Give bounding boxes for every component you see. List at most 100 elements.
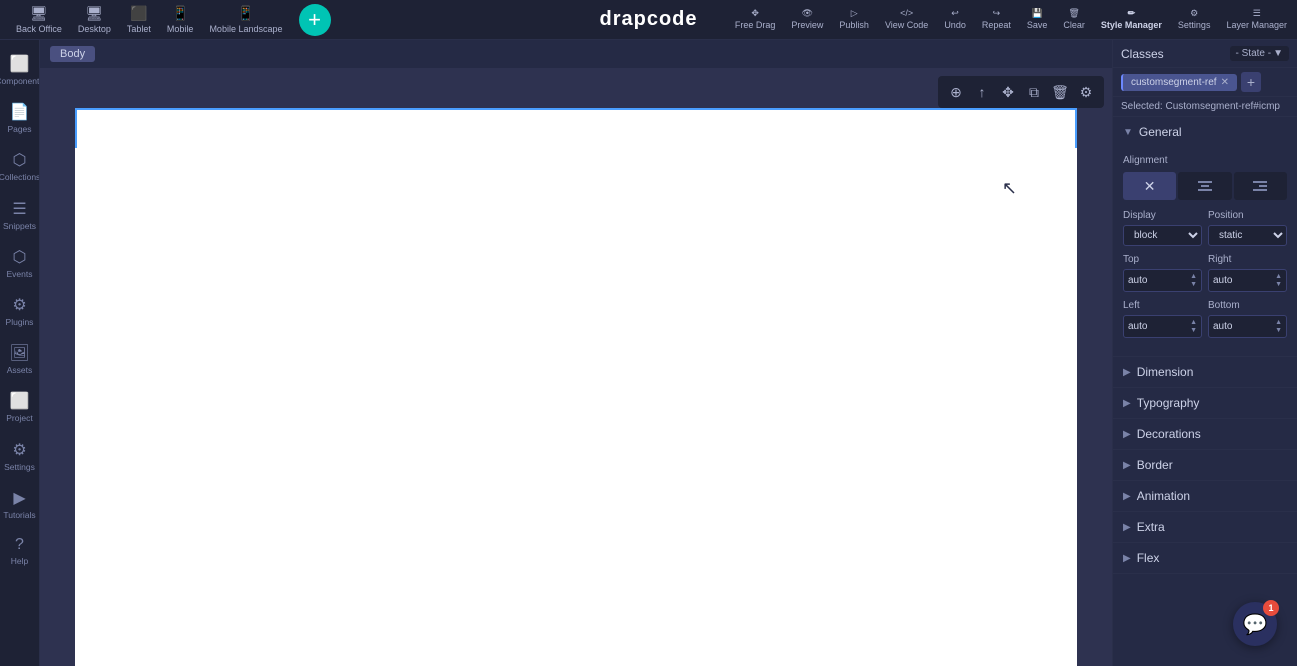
style-manager-btn[interactable]: ✏ Style Manager: [1101, 9, 1162, 30]
chat-bubble[interactable]: 💬 1: [1233, 602, 1277, 646]
class-tag-customsegment[interactable]: customsegment-ref ✕: [1121, 74, 1237, 91]
redo-btn[interactable]: ↪ Repeat: [982, 9, 1011, 30]
decorations-chevron: ▶: [1123, 429, 1131, 440]
extra-section-header[interactable]: ▶ Extra: [1113, 512, 1297, 542]
right-label: Right: [1208, 254, 1287, 265]
top-bar-left: 🖥 Back Office 🖥 Desktop ⬛ Tablet 📱 Mobil…: [10, 1, 337, 38]
left-spin-arrows[interactable]: ▲ ▼: [1190, 319, 1197, 334]
plugins-icon: ⚙: [12, 295, 26, 315]
flex-section-header[interactable]: ▶ Flex: [1113, 543, 1297, 573]
classes-label: Classes: [1121, 47, 1164, 61]
events-icon: ⬡: [13, 247, 27, 267]
mobile-landscape-btn[interactable]: 📱 Mobile Landscape: [203, 1, 288, 38]
sidebar-item-assets[interactable]: 🖼 Assets: [0, 337, 39, 381]
general-section-content: Alignment ✕: [1113, 147, 1297, 356]
desktop-btn[interactable]: 🖥 Desktop: [72, 1, 117, 38]
breadcrumb-body[interactable]: Body: [50, 46, 95, 62]
sidebar-item-snippets[interactable]: ☰ Snippets: [0, 193, 39, 237]
canvas-delete-btn[interactable]: 🗑: [1048, 80, 1072, 104]
add-class-button[interactable]: +: [1241, 72, 1261, 92]
main-area: ⬜ Components 📄 Pages ⬡ Collections ☰ Sni…: [0, 40, 1297, 666]
bottom-field: Bottom auto ▲ ▼: [1208, 300, 1287, 338]
bottom-spin-down[interactable]: ▼: [1275, 327, 1282, 334]
bottom-input[interactable]: auto ▲ ▼: [1208, 315, 1287, 338]
canvas-container[interactable]: ⊕ ↑ ✥ ⧉ 🗑 ⚙ ↖: [40, 68, 1112, 666]
right-spin-down[interactable]: ▼: [1275, 281, 1282, 288]
tablet-icon: ⬛: [130, 5, 147, 22]
display-label: Display: [1123, 210, 1202, 221]
right-input[interactable]: auto ▲ ▼: [1208, 269, 1287, 292]
display-select[interactable]: block: [1123, 225, 1202, 246]
top-bar: 🖥 Back Office 🖥 Desktop ⬛ Tablet 📱 Mobil…: [0, 0, 1297, 40]
selection-top-border: [75, 108, 1077, 110]
decorations-section-header[interactable]: ▶ Decorations: [1113, 419, 1297, 449]
sidebar-item-settings[interactable]: ⚙ Settings: [0, 434, 39, 478]
add-element-button[interactable]: +: [299, 4, 331, 36]
free-drag-btn[interactable]: ✥ Free Drag: [735, 9, 776, 30]
mobile-btn[interactable]: 📱 Mobile: [161, 1, 200, 38]
position-label: Position: [1208, 210, 1287, 221]
components-icon: ⬜: [10, 54, 30, 74]
sidebar-item-events[interactable]: ⬡ Events: [0, 241, 39, 285]
state-dropdown[interactable]: - State - ▼: [1230, 46, 1289, 61]
top-spin-arrows[interactable]: ▲ ▼: [1190, 273, 1197, 288]
class-tag-remove-btn[interactable]: ✕: [1221, 77, 1229, 88]
left-spin-down[interactable]: ▼: [1190, 327, 1197, 334]
view-code-btn[interactable]: </> View Code: [885, 9, 928, 30]
clear-btn[interactable]: 🗑 Clear: [1063, 9, 1085, 30]
right-spin-up[interactable]: ▲: [1275, 273, 1282, 280]
preview-btn[interactable]: 👁 Preview: [791, 9, 823, 30]
undo-btn[interactable]: ↩ Undo: [944, 9, 966, 30]
top-spin-down[interactable]: ▼: [1190, 281, 1197, 288]
position-select[interactable]: static: [1208, 225, 1287, 246]
mobile-landscape-icon: 📱: [237, 5, 254, 22]
top-spin-up[interactable]: ▲: [1190, 273, 1197, 280]
align-right-btn[interactable]: [1234, 172, 1287, 200]
tablet-btn[interactable]: ⬛ Tablet: [121, 1, 157, 38]
save-btn[interactable]: 💾 Save: [1027, 9, 1048, 30]
sidebar-item-components[interactable]: ⬜ Components: [0, 48, 39, 92]
selection-left-border: [75, 108, 77, 148]
canvas-move-btn[interactable]: ✥: [996, 80, 1020, 104]
canvas-white-area[interactable]: [75, 108, 1077, 666]
left-sidebar: ⬜ Components 📄 Pages ⬡ Collections ☰ Sni…: [0, 40, 40, 666]
sidebar-item-help[interactable]: ? Help: [0, 530, 39, 572]
snippets-icon: ☰: [12, 199, 26, 219]
left-spin-up[interactable]: ▲: [1190, 319, 1197, 326]
canvas-move-up-btn[interactable]: ↑: [970, 80, 994, 104]
cursor: ↖: [1002, 178, 1017, 199]
sidebar-item-tutorials[interactable]: ▶ Tutorials: [0, 482, 39, 526]
align-none-btn[interactable]: ✕: [1123, 172, 1176, 200]
sidebar-item-plugins[interactable]: ⚙ Plugins: [0, 289, 39, 333]
dimension-section-header[interactable]: ▶ Dimension: [1113, 357, 1297, 387]
top-field: Top auto ▲ ▼: [1123, 254, 1202, 292]
left-input[interactable]: auto ▲ ▼: [1123, 315, 1202, 338]
align-center-btn[interactable]: [1178, 172, 1231, 200]
general-section-header[interactable]: ▼ General: [1113, 117, 1297, 147]
sidebar-item-collections[interactable]: ⬡ Collections: [0, 144, 39, 188]
bottom-spin-up[interactable]: ▲: [1275, 319, 1282, 326]
canvas-add-btn[interactable]: ⊕: [944, 80, 968, 104]
settings-btn[interactable]: ⚙ Settings: [1178, 9, 1211, 30]
dimension-section: ▶ Dimension: [1113, 357, 1297, 388]
canvas-settings-btn[interactable]: ⚙: [1074, 80, 1098, 104]
top-right-row: Top auto ▲ ▼ Right: [1123, 254, 1287, 292]
canvas-duplicate-btn[interactable]: ⧉: [1022, 80, 1046, 104]
typography-section-header[interactable]: ▶ Typography: [1113, 388, 1297, 418]
animation-section-header[interactable]: ▶ Animation: [1113, 481, 1297, 511]
publish-btn[interactable]: ▷ Publish: [839, 9, 869, 30]
flex-section: ▶ Flex: [1113, 543, 1297, 574]
assets-icon: 🖼: [9, 343, 29, 363]
layer-manager-btn[interactable]: ☰ Layer Manager: [1226, 9, 1287, 30]
border-section-header[interactable]: ▶ Border: [1113, 450, 1297, 480]
top-bar-right: ✥ Free Drag 👁 Preview ▷ Publish </> View…: [735, 9, 1287, 30]
collections-icon: ⬡: [13, 150, 27, 170]
back-office-btn[interactable]: 🖥 Back Office: [10, 1, 68, 38]
extra-chevron: ▶: [1123, 522, 1131, 533]
top-input[interactable]: auto ▲ ▼: [1123, 269, 1202, 292]
right-spin-arrows[interactable]: ▲ ▼: [1275, 273, 1282, 288]
sidebar-item-project[interactable]: ⬜ Project: [0, 385, 39, 429]
sidebar-item-pages[interactable]: 📄 Pages: [0, 96, 39, 140]
bottom-spin-arrows[interactable]: ▲ ▼: [1275, 319, 1282, 334]
general-chevron: ▼: [1123, 127, 1133, 138]
